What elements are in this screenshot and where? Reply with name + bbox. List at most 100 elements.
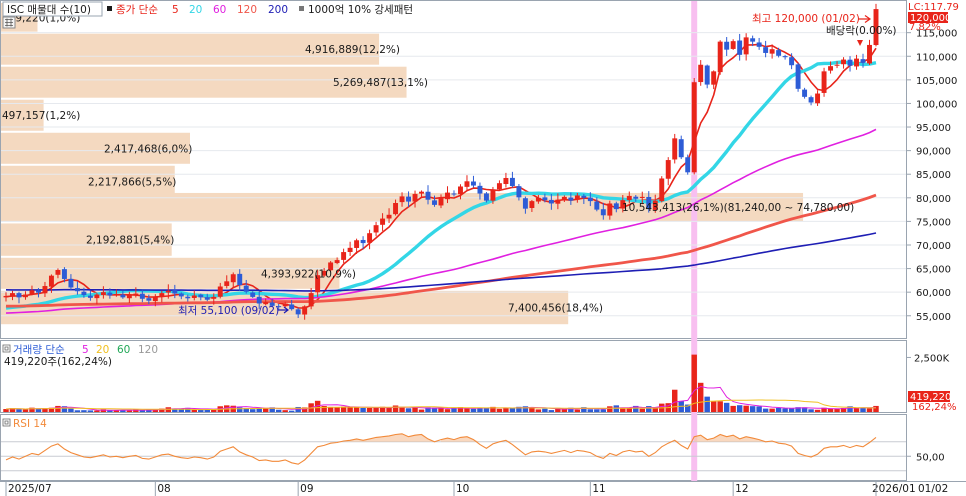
- volume-bar: [587, 409, 594, 412]
- candle-body: [496, 183, 502, 190]
- candle-body: [354, 240, 360, 248]
- candle-body: [100, 292, 106, 296]
- candle-body: [29, 290, 35, 295]
- candle-body: [483, 193, 489, 201]
- candle-body: [828, 66, 834, 71]
- volume-bar: [639, 408, 645, 412]
- y-tick-label: 90,000: [916, 147, 951, 158]
- volume-bar: [392, 405, 399, 412]
- candle-body: [594, 201, 600, 210]
- candle-body: [542, 197, 548, 201]
- candle-body: [464, 181, 470, 187]
- candle-body: [120, 294, 126, 298]
- volume-profile-label: 2,417,468(6,0%): [104, 143, 192, 155]
- candle-body: [425, 191, 431, 200]
- volume-current: 419,220주(162,24%): [4, 356, 112, 368]
- candle-body: [373, 225, 379, 233]
- volume-bar: [22, 409, 29, 412]
- candle-body: [698, 64, 704, 83]
- volume-bar: [542, 408, 548, 412]
- volume-bar: [607, 406, 613, 412]
- y-tick-label: 55,000: [916, 312, 951, 323]
- candle-body: [419, 191, 424, 194]
- volume-title: 거래량 단순: [13, 344, 65, 356]
- candle-body: [756, 42, 762, 47]
- volume-panel-icon: [2, 344, 11, 353]
- current-price-label: 120,000: [910, 13, 951, 24]
- candle-body: [146, 298, 152, 301]
- volume-bar: [191, 409, 198, 412]
- candle-body: [587, 197, 593, 202]
- candle-body: [490, 189, 496, 201]
- volume-bar: [249, 409, 256, 412]
- volume-bar: [775, 407, 782, 412]
- volume-bar: [399, 407, 405, 412]
- candle-body: [367, 233, 373, 243]
- volume-bar: [418, 409, 425, 412]
- candle-body: [639, 196, 645, 198]
- volume-bar: [262, 408, 269, 412]
- ma-legend: 종가 단순 5 20 60 120 200 1000억 10% 강세패턴: [107, 4, 413, 16]
- candle-body: [55, 270, 61, 275]
- volume-bar: [535, 409, 542, 412]
- candle-body: [626, 195, 632, 201]
- volume-bar: [334, 407, 340, 412]
- volume-bar: [853, 408, 860, 412]
- candle-body: [126, 295, 132, 299]
- candle-body: [406, 196, 412, 202]
- candle-body: [808, 97, 814, 103]
- candle-body: [74, 288, 80, 292]
- y-tick-label: 100,000: [916, 99, 957, 110]
- candle-body: [730, 41, 736, 49]
- candle-body: [678, 139, 684, 158]
- candle-body: [133, 293, 139, 295]
- y-tick-label: 85,000: [916, 170, 951, 181]
- candle-body: [393, 203, 399, 215]
- candle-body: [172, 290, 178, 294]
- candle-body: [691, 82, 697, 173]
- volume-ma-period: 20: [96, 344, 109, 356]
- x-tick-label: 12: [735, 483, 748, 495]
- volume-bar: [35, 408, 42, 412]
- candle-body: [347, 247, 353, 252]
- volume-bar: [613, 405, 620, 412]
- rsi-panel-icon: [2, 418, 11, 427]
- candle-body: [224, 281, 230, 286]
- candle-body: [704, 65, 710, 85]
- volume-bar: [717, 401, 723, 412]
- candle-body: [94, 294, 100, 299]
- rsi-line: 50,00: [1, 433, 945, 472]
- volume-profile-label: 5,269,487(13,1%): [333, 77, 428, 89]
- x-tick-label: 2025/07: [8, 483, 52, 495]
- extra-label: 1000억 10% 강세패턴: [308, 4, 413, 16]
- volume-bar: [464, 408, 470, 412]
- candle-body: [503, 177, 509, 185]
- candle-body: [289, 304, 295, 310]
- y-tick-label: 65,000: [916, 265, 951, 276]
- candle-body: [522, 198, 528, 209]
- candle-body: [555, 199, 561, 204]
- volume-bar: [126, 410, 133, 412]
- volume-bar: [347, 407, 353, 412]
- volume-profile-label: 497,157(1,2%): [2, 110, 80, 122]
- stock-chart[interactable]: 419,220(1,0%) 4,916,889(12,2%) 5,269,487(1…: [0, 0, 966, 496]
- legend-marker-icon: [107, 6, 112, 11]
- dividend-arrow-icon: [857, 40, 863, 46]
- candle-body: [867, 44, 872, 64]
- x-tick-label: 09: [300, 483, 313, 495]
- volume-bar: [366, 407, 373, 412]
- volume-bar: [94, 410, 100, 412]
- volume-current-pct: 162,24%: [912, 402, 957, 413]
- candle-body: [256, 296, 262, 304]
- candle-body: [185, 296, 191, 299]
- volume-profile-label: 7,400,456(18,4%): [508, 303, 603, 315]
- candle-body: [561, 196, 567, 200]
- volume-bar: [860, 407, 866, 412]
- candle-body: [574, 195, 580, 200]
- candle-body: [42, 286, 48, 294]
- volume-profile-label: 10,543,413(26,1%)(81,240,00 ~ 74,780,00): [622, 202, 854, 214]
- volume-bar: [736, 405, 743, 412]
- volume-bar: [646, 406, 652, 412]
- candle-body: [35, 290, 41, 293]
- volume-panel-frame: [0, 340, 907, 413]
